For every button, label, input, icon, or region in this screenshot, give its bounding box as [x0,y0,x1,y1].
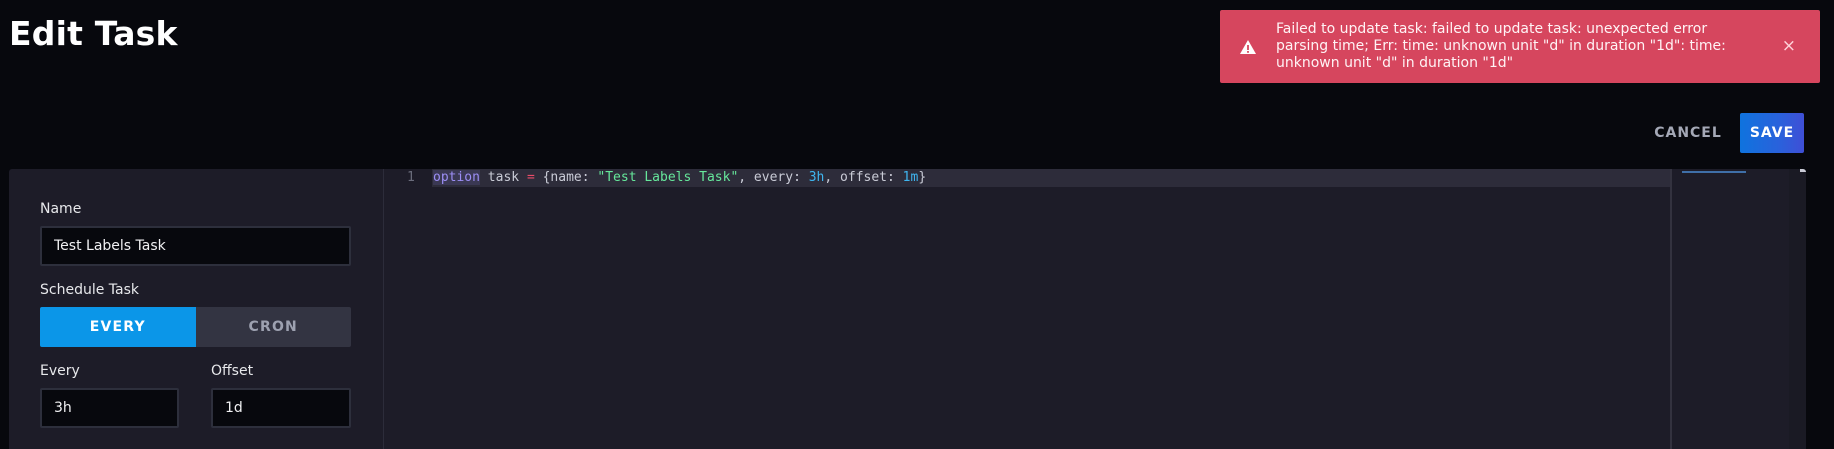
scrollbar-thumb[interactable] [1800,169,1806,172]
code-text: , every: [738,170,809,185]
every-input[interactable] [40,388,179,428]
schedule-toggle: EVERY CRON [40,307,351,347]
every-label: Every [40,363,80,379]
schedule-cron-button[interactable]: CRON [195,307,351,347]
code-line[interactable]: option task = {name: "Test Labels Task",… [433,169,926,187]
code-text: , offset: [824,170,903,185]
name-label: Name [40,201,82,217]
cancel-button[interactable]: CANCEL [1648,113,1728,153]
editor-scrollbar[interactable] [1789,169,1806,449]
code-keyword: option [433,170,480,185]
code-text: } [918,170,927,185]
page-title: Edit Task [9,14,178,53]
schedule-every-button[interactable]: EVERY [40,307,196,347]
offset-input[interactable] [211,388,351,428]
schedule-task-label: Schedule Task [40,282,139,298]
error-notification: Failed to update task: failed to update … [1220,10,1820,83]
warning-icon [1240,39,1256,54]
minimap-line [1682,171,1746,173]
task-settings-form: Name Schedule Task EVERY CRON Every Offs… [9,169,384,449]
code-duration: 1m [902,170,919,185]
close-icon[interactable]: × [1782,38,1796,55]
code-editor[interactable]: 1 option task = {name: "Test Labels Task… [385,169,1680,449]
editor-minimap[interactable] [1670,169,1806,449]
edit-task-page: Edit Task Failed to update task: failed … [0,0,1834,449]
code-operator: = [526,170,535,185]
offset-label: Offset [211,363,254,379]
code-text: task [479,170,527,185]
code-text: {name: [534,170,598,185]
code-duration: 3h [808,170,825,185]
notification-message: Failed to update task: failed to update … [1276,21,1726,71]
name-input[interactable] [40,226,351,266]
task-editor-panel: Name Schedule Task EVERY CRON Every Offs… [9,169,1806,449]
save-button[interactable]: SAVE [1740,113,1804,153]
code-string: "Test Labels Task" [597,170,739,185]
line-number: 1 [407,170,415,185]
